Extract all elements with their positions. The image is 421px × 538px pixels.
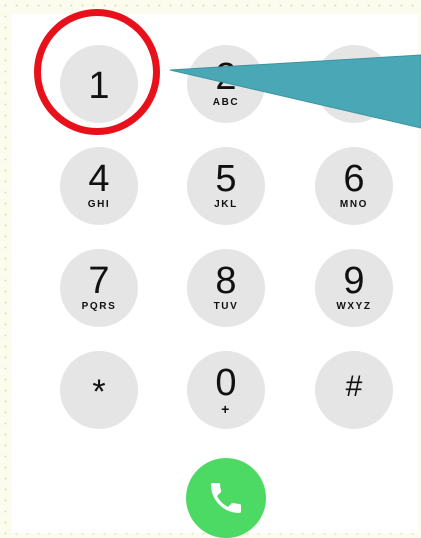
key-digit: *	[92, 373, 106, 411]
key-letters: TUV	[213, 301, 239, 312]
key-letters: WXYZ	[336, 301, 372, 312]
key-letters: MNO	[339, 199, 369, 210]
key-digit: 4	[88, 158, 110, 200]
key-5[interactable]: 5 JKL	[187, 147, 265, 225]
phone-icon	[211, 483, 241, 513]
key-letters: GHI	[87, 199, 111, 210]
key-digit: 0	[215, 362, 237, 404]
dialer-screen: 1 2 ABC 3 DEF 4 GHI 5 JKL 6 MNO 7 PQRS 8…	[12, 14, 418, 538]
call-button[interactable]	[186, 458, 266, 538]
key-3[interactable]: 3 DEF	[315, 45, 393, 123]
key-letters: PQRS	[81, 301, 117, 312]
key-digit: 9	[343, 260, 365, 302]
key-letters: +	[221, 401, 231, 417]
key-1[interactable]: 1	[60, 45, 138, 123]
key-letters: JKL	[214, 199, 238, 210]
key-9[interactable]: 9 WXYZ	[315, 249, 393, 327]
key-6[interactable]: 6 MNO	[315, 147, 393, 225]
key-8[interactable]: 8 TUV	[187, 249, 265, 327]
key-letters: ABC	[212, 97, 240, 108]
key-digit: 6	[343, 158, 365, 200]
key-digit: 1	[88, 65, 110, 107]
key-digit: 5	[215, 158, 237, 200]
key-star[interactable]: *	[60, 351, 138, 429]
key-4[interactable]: 4 GHI	[60, 147, 138, 225]
key-hash[interactable]: #	[315, 351, 393, 429]
key-7[interactable]: 7 PQRS	[60, 249, 138, 327]
key-digit: 2	[215, 56, 237, 98]
key-0[interactable]: 0 +	[187, 351, 265, 429]
key-digit: 3	[343, 56, 365, 98]
key-digit: 7	[88, 260, 110, 302]
key-digit: #	[345, 370, 363, 403]
key-digit: 8	[215, 260, 237, 302]
key-2[interactable]: 2 ABC	[187, 45, 265, 123]
key-letters: DEF	[341, 97, 367, 108]
